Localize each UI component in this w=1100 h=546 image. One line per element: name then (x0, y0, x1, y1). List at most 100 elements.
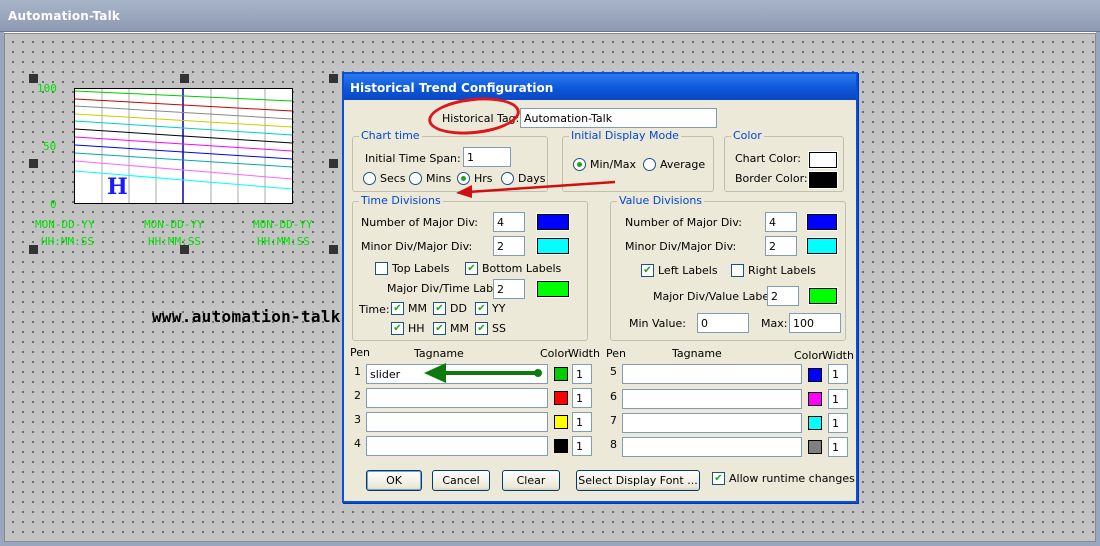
pen-7-width-input[interactable]: 1 (828, 413, 848, 433)
time-major-color-swatch[interactable] (536, 213, 570, 231)
pen-2-color-swatch[interactable] (554, 391, 568, 405)
border-color-swatch[interactable] (808, 171, 838, 189)
major-time-color-swatch[interactable] (536, 280, 570, 298)
pen-number: 3 (354, 413, 361, 426)
radio-mins[interactable] (409, 172, 422, 185)
dialog-title-bar[interactable]: Historical Trend Configuration (344, 74, 856, 100)
selection-handle[interactable] (329, 245, 338, 254)
pen-4-width-input[interactable]: 1 (572, 436, 592, 456)
time-minor-div-input[interactable]: 2 (493, 236, 525, 256)
chart-color-swatch[interactable] (808, 151, 838, 169)
trend-y-label: 100 (37, 82, 57, 95)
pen-header-right: Pen (606, 347, 626, 360)
time-dd-label: DD (450, 302, 467, 315)
pen-3-tagname-input[interactable] (366, 412, 548, 432)
pen-number: 4 (354, 437, 361, 450)
annotation-arrow-green (424, 363, 542, 383)
app-title-bar[interactable]: Automation-Talk (0, 0, 1100, 32)
time-mm-checkbox[interactable]: ✔ (391, 302, 404, 315)
time-ss-label: SS (492, 322, 506, 335)
selection-handle[interactable] (29, 245, 38, 254)
time-yy-checkbox[interactable]: ✔ (475, 302, 488, 315)
trend-x-date-label: MON-DD-YY (253, 218, 313, 231)
min-value-input[interactable]: 0 (697, 313, 749, 333)
annotation-arrow-red (456, 180, 616, 198)
time-hh-checkbox[interactable]: ✔ (391, 322, 404, 335)
clear-button[interactable]: Clear (502, 470, 560, 491)
pen-2-width-input[interactable]: 1 (572, 388, 592, 408)
pen-2-tagname-input[interactable] (366, 388, 548, 408)
bottom-labels-label: Bottom Labels (482, 262, 562, 275)
top-labels-label: Top Labels (392, 262, 450, 275)
pen-1-color-swatch[interactable] (554, 367, 568, 381)
pen-number: 8 (610, 438, 617, 451)
left-labels-checkbox[interactable]: ✔ (641, 264, 654, 277)
selection-handle[interactable] (329, 74, 338, 83)
trend-x-date-label: MON-DD-YY (144, 218, 204, 231)
time-divisions-title: Time Divisions (359, 194, 443, 207)
value-divisions-title: Value Divisions (617, 194, 705, 207)
historical-trend-dialog: Historical Trend Configuration Historica… (342, 72, 858, 503)
time-fields-label: Time: (359, 303, 390, 316)
pen-3-color-swatch[interactable] (554, 415, 568, 429)
min-value-label: Min Value: (629, 317, 686, 330)
pen-3-width-input[interactable]: 1 (572, 412, 592, 432)
allow-runtime-changes-checkbox[interactable]: ✔ (712, 472, 725, 485)
time-major-div-input[interactable]: 4 (493, 212, 525, 232)
pen-7-tagname-input[interactable] (622, 413, 802, 433)
pen-6-width-input[interactable]: 1 (828, 389, 848, 409)
pen-5-width-input[interactable]: 1 (828, 364, 848, 384)
major-value-label-input[interactable]: 2 (767, 286, 799, 306)
value-divisions-group: Value Divisions Number of Major Div: 4 M… (610, 194, 846, 341)
ok-button[interactable]: OK (366, 470, 422, 491)
window-frame-bottom (0, 542, 1100, 546)
pen-7-color-swatch[interactable] (808, 416, 822, 430)
chart-color-label: Chart Color: (735, 152, 801, 165)
time-min-checkbox[interactable]: ✔ (433, 322, 446, 335)
time-dd-checkbox[interactable]: ✔ (433, 302, 446, 315)
historical-tag-input[interactable]: Automation-Talk (520, 108, 717, 128)
selection-handle[interactable] (29, 159, 38, 168)
pen-6-tagname-input[interactable] (622, 389, 802, 409)
allow-runtime-changes-label: Allow runtime changes (729, 472, 855, 485)
radio-secs[interactable] (363, 172, 376, 185)
pen-4-tagname-input[interactable] (366, 436, 548, 456)
pen-5-tagname-input[interactable] (622, 364, 802, 384)
selection-handle[interactable] (329, 159, 338, 168)
pen-8-width-input[interactable]: 1 (828, 437, 848, 457)
color-group-title: Color (731, 129, 764, 142)
color-header-right: Color (794, 349, 823, 362)
pen-8-color-swatch[interactable] (808, 440, 822, 454)
major-time-label-label: Major Div/Time Label: (387, 282, 507, 295)
major-value-color-swatch[interactable] (808, 287, 838, 305)
right-labels-checkbox[interactable] (731, 264, 744, 277)
value-minor-div-input[interactable]: 2 (765, 236, 797, 256)
initial-time-span-input[interactable]: 1 (463, 147, 511, 167)
major-time-label-input[interactable]: 2 (493, 279, 525, 299)
pen-1-width-input[interactable]: 1 (572, 364, 592, 384)
bottom-labels-checkbox[interactable]: ✔ (465, 262, 478, 275)
top-labels-checkbox[interactable] (375, 262, 388, 275)
pen-4-color-swatch[interactable] (554, 439, 568, 453)
time-hh-label: HH (408, 322, 425, 335)
pen-5-color-swatch[interactable] (808, 368, 822, 382)
pen-6-color-swatch[interactable] (808, 392, 822, 406)
value-major-div-input[interactable]: 4 (765, 212, 797, 232)
pen-number: 7 (610, 414, 617, 427)
time-ss-checkbox[interactable]: ✔ (475, 322, 488, 335)
pen-8-tagname-input[interactable] (622, 437, 802, 457)
value-major-color-swatch[interactable] (806, 213, 838, 231)
cancel-button[interactable]: Cancel (432, 470, 490, 491)
value-minor-color-swatch[interactable] (806, 237, 838, 255)
radio-average[interactable] (643, 158, 656, 171)
time-minor-color-swatch[interactable] (536, 237, 570, 255)
radio-min-max[interactable] (573, 158, 586, 171)
time-minor-div-label: Minor Div/Major Div: (361, 240, 473, 253)
trend-marker: H (107, 174, 128, 200)
pen-header-left: Pen (350, 346, 370, 359)
select-display-font-button[interactable]: Select Display Font ... (576, 470, 700, 491)
max-value-input[interactable]: 100 (789, 313, 841, 333)
window-frame-right (1096, 32, 1100, 546)
selection-handle[interactable] (180, 74, 189, 83)
trend-x-date-label: MON-DD-YY (35, 218, 95, 231)
